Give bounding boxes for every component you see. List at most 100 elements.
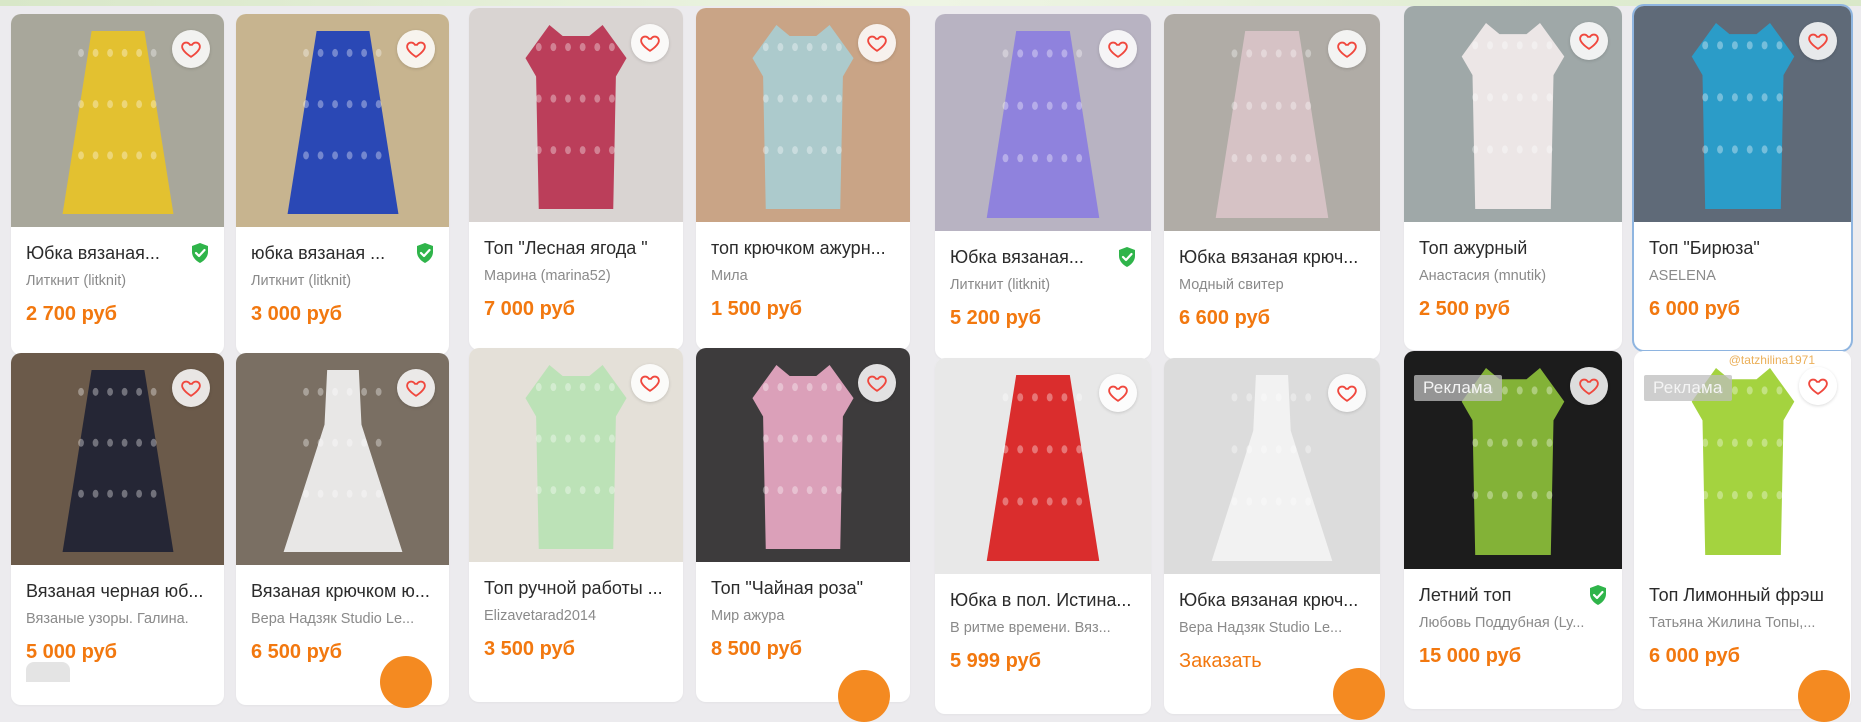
product-card[interactable]: Топ "Лесная ягода " Марина (marina52) 7 00… [469,8,683,350]
favorite-button[interactable] [858,364,896,402]
product-card[interactable]: Юбка вязаная крюч... Модный свитер 6 600 р… [1164,14,1380,359]
favorite-button[interactable] [397,369,435,407]
seller-name[interactable]: Мир ажура [711,608,896,624]
seller-name[interactable]: Elizavetarad2014 [484,608,669,624]
product-title[interactable]: Топ Лимонный фрэш [1649,585,1837,606]
product-photo[interactable] [236,14,449,227]
heart-icon [181,41,201,58]
seller-name[interactable]: ASELENA [1649,268,1837,284]
favorite-button[interactable] [1328,374,1366,412]
cart-button[interactable] [1798,670,1850,722]
product-card[interactable]: Топ ручной работы ... Elizavetarad2014 3 5… [469,348,683,702]
product-photo[interactable] [935,358,1151,574]
product-title[interactable]: Юбка вязаная... [26,243,178,264]
product-title[interactable]: Вязаная черная юб... [26,581,210,602]
product-card[interactable]: юбка вязаная ... Литкнит (litknit) 3 000 р… [236,14,449,355]
product-photo[interactable] [236,353,449,565]
product-card[interactable]: Топ "Бирюза" ASELENA 6 000 руб [1634,6,1851,350]
seller-name[interactable]: Мила [711,268,896,284]
product-photo[interactable] [1164,14,1380,231]
seller-name[interactable]: Вера Надзяк Studio Le... [1179,620,1366,636]
favorite-button[interactable] [1799,367,1837,405]
product-card[interactable]: Юбка вязаная крюч... Вера Надзяк Studio L… [1164,358,1380,714]
product-title[interactable]: Юбка в пол. Истина... [950,590,1137,611]
product-info[interactable]: Летний топ Любовь Поддубная (Ly... 15 000 … [1404,569,1622,709]
seller-name[interactable]: Анастасия (mnutik) [1419,268,1608,284]
product-info[interactable]: топ крючком ажурн... Мила 1 500 руб [696,222,910,350]
seller-name[interactable]: Литкнит (litknit) [26,273,210,289]
product-info[interactable]: Юбка вязаная... Литкнит (litknit) 2 700 ру… [11,227,224,355]
product-photo[interactable] [11,353,224,565]
product-card[interactable]: Топ "Чайная роза" Мир ажура 8 500 руб [696,348,910,702]
product-card[interactable]: Реклама Летний топ Любовь Поддубная (Ly...… [1404,351,1622,709]
product-photo[interactable] [1634,6,1851,222]
product-info[interactable]: Юбка в пол. Истина... В ритме времени. Вя… [935,574,1151,714]
seller-name[interactable]: Вера Надзяк Studio Le... [251,611,435,627]
product-info[interactable]: Юбка вязаная... Литкнит (litknit) 5 200 ру… [935,231,1151,359]
product-info[interactable]: Вязаная черная юб... Вязаные узоры. Галин… [11,565,224,705]
favorite-button[interactable] [172,30,210,68]
seller-name[interactable]: Любовь Поддубная (Ly... [1419,615,1608,631]
product-photo[interactable] [1164,358,1380,574]
product-title[interactable]: Топ "Лесная ягода " [484,238,669,259]
favorite-button[interactable] [1570,22,1608,60]
favorite-button[interactable] [1328,30,1366,68]
product-title[interactable]: Топ "Бирюза" [1649,238,1837,259]
product-photo[interactable] [1404,6,1622,222]
product-card[interactable]: Вязаная черная юб... Вязаные узоры. Галин… [11,353,224,705]
favorite-button[interactable] [172,369,210,407]
product-card[interactable]: Юбка вязаная... Литкнит (litknit) 5 200 ру… [935,14,1151,359]
seller-name[interactable]: Татьяна Жилина Топы,... [1649,615,1837,631]
product-photo[interactable] [469,8,683,222]
favorite-button[interactable] [858,24,896,62]
seller-name[interactable]: Литкнит (litknit) [251,273,435,289]
product-card[interactable]: Вязаная крючком ю... Вера Надзяк Studio L… [236,353,449,705]
seller-name[interactable]: В ритме времени. Вяз... [950,620,1137,636]
product-photo[interactable]: Реклама [1404,351,1622,569]
product-card[interactable]: Юбка в пол. Истина... В ритме времени. Вя… [935,358,1151,714]
product-photo[interactable] [935,14,1151,231]
product-info[interactable]: Топ "Лесная ягода " Марина (marina52) 7 00… [469,222,683,350]
product-title[interactable]: Топ ручной работы ... [484,578,669,599]
favorite-button[interactable] [1799,22,1837,60]
favorite-button[interactable] [1570,367,1608,405]
heart-icon [640,375,660,392]
product-title[interactable]: Топ "Чайная роза" [711,578,896,599]
product-info[interactable]: юбка вязаная ... Литкнит (litknit) 3 000 р… [236,227,449,355]
seller-name[interactable]: Литкнит (litknit) [950,277,1137,293]
favorite-button[interactable] [631,364,669,402]
product-photo[interactable]: Реклама @tatzhilina1971 [1634,351,1851,569]
cart-button[interactable] [380,656,432,708]
product-info[interactable]: Топ ручной работы ... Elizavetarad2014 3 5… [469,562,683,702]
product-card[interactable]: Юбка вязаная... Литкнит (litknit) 2 700 ру… [11,14,224,355]
seller-name[interactable]: Модный свитер [1179,277,1366,293]
product-photo[interactable] [696,348,910,562]
product-title[interactable]: Летний топ [1419,585,1576,606]
favorite-button[interactable] [397,30,435,68]
favorite-button[interactable] [631,24,669,62]
product-info[interactable]: Топ ажурный Анастасия (mnutik) 2 500 руб [1404,222,1622,350]
product-title[interactable]: топ крючком ажурн... [711,238,896,259]
cart-button[interactable] [1333,668,1385,720]
product-title[interactable]: Юбка вязаная... [950,247,1105,268]
favorite-button[interactable] [1099,30,1137,68]
seller-name[interactable]: Марина (marina52) [484,268,669,284]
product-photo[interactable] [469,348,683,562]
product-info[interactable]: Юбка вязаная крюч... Модный свитер 6 600 р… [1164,231,1380,359]
product-info[interactable]: Топ "Бирюза" ASELENA 6 000 руб [1634,222,1851,350]
product-card[interactable]: топ крючком ажурн... Мила 1 500 руб [696,8,910,350]
scroll-handle[interactable] [26,662,70,682]
product-card[interactable]: Реклама @tatzhilina1971 Топ Лимонный фрэш Т… [1634,351,1851,709]
heart-icon [867,35,887,52]
product-title[interactable]: Юбка вязаная крюч... [1179,247,1366,268]
product-photo[interactable] [696,8,910,222]
product-card[interactable]: Топ ажурный Анастасия (mnutik) 2 500 руб [1404,6,1622,350]
product-title[interactable]: Вязаная крючком ю... [251,581,435,602]
seller-name[interactable]: Вязаные узоры. Галина. [26,611,210,627]
favorite-button[interactable] [1099,374,1137,412]
product-title[interactable]: Юбка вязаная крюч... [1179,590,1366,611]
product-title[interactable]: Топ ажурный [1419,238,1608,259]
cart-button[interactable] [838,670,890,722]
product-title[interactable]: юбка вязаная ... [251,243,403,264]
product-photo[interactable] [11,14,224,227]
